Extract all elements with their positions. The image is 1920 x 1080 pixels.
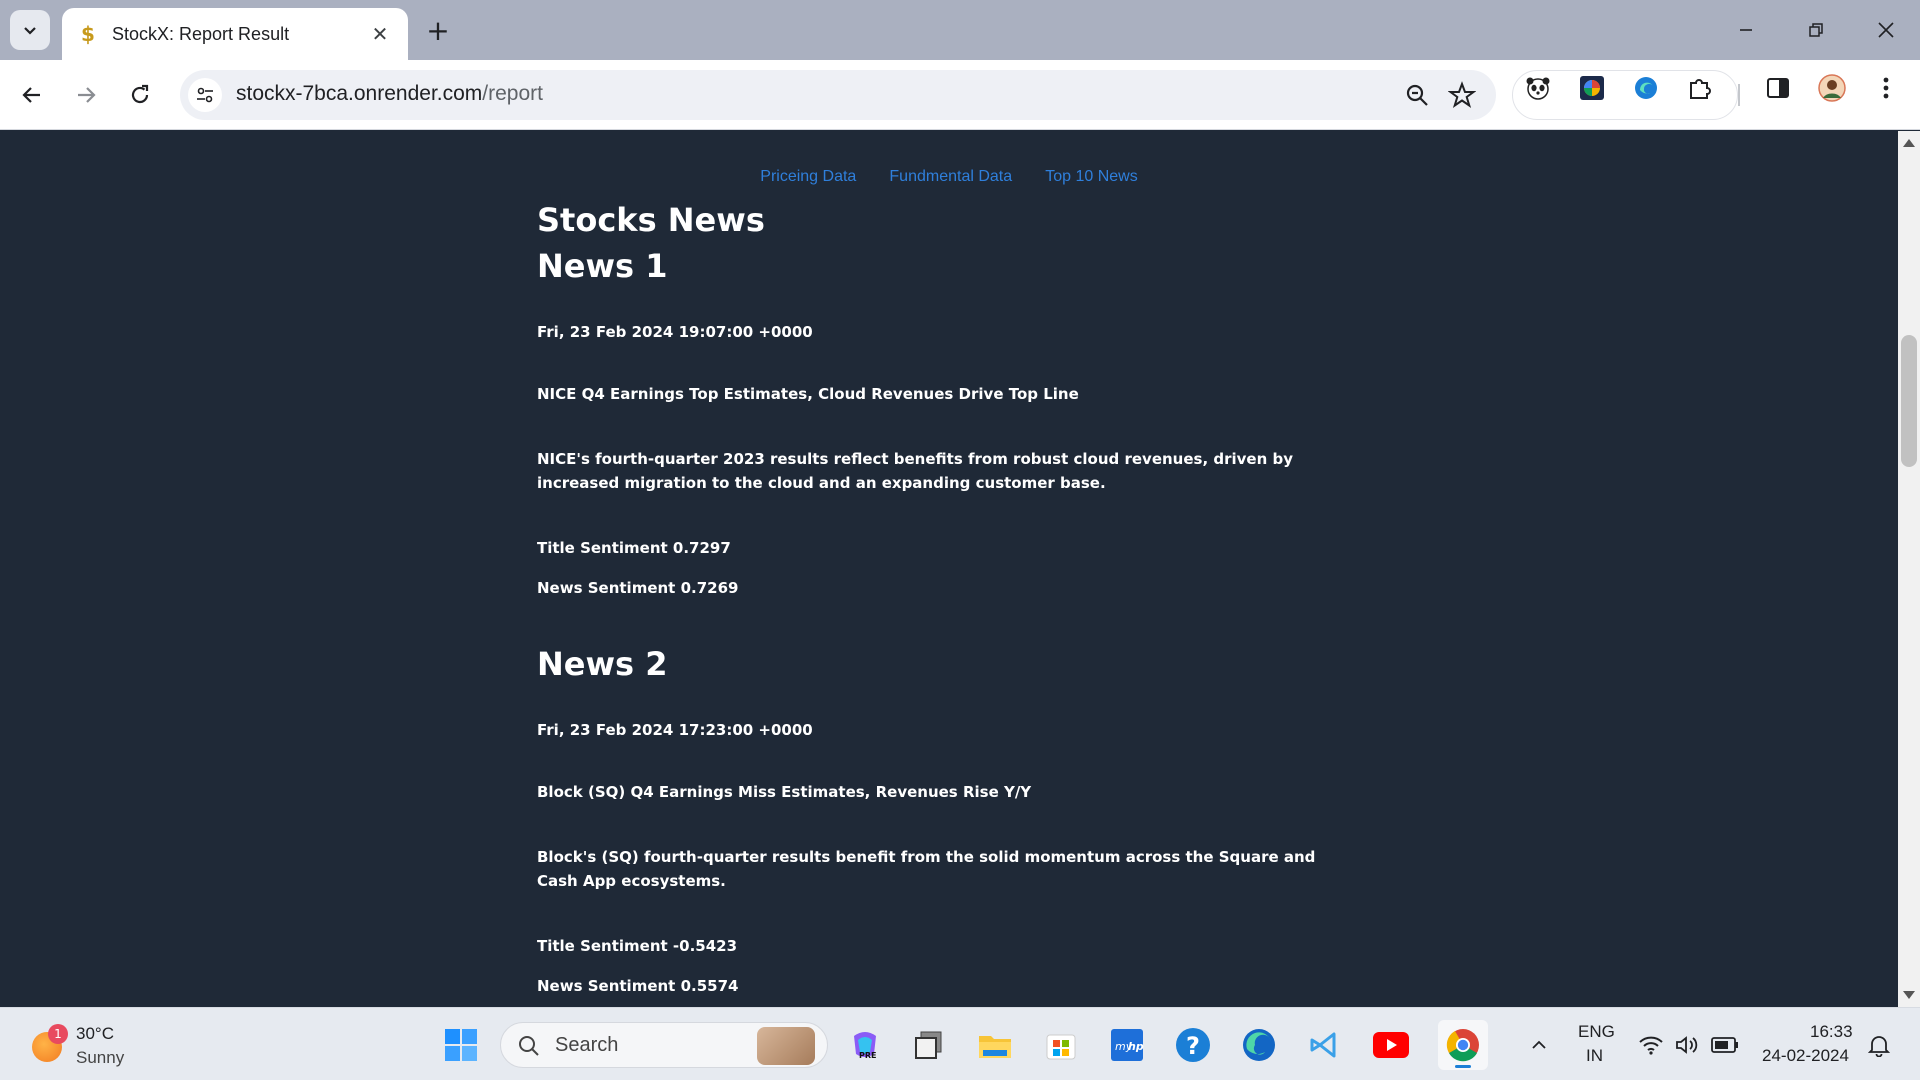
reload-icon [131,84,149,104]
news-item: News 2 Fri, 23 Feb 2024 17:23:00 +0000 B… [537,641,1337,995]
news-sentiment: News Sentiment 0.7269 [537,579,739,597]
svg-text:hp: hp [1128,1040,1144,1053]
title-sentiment: Title Sentiment -0.5423 [537,937,738,955]
dollar-icon: $ [81,22,95,46]
forward-button[interactable] [68,77,104,113]
news-headline: NICE Q4 Earnings Top Estimates, Cloud Re… [537,385,1079,403]
tray-overflow-chevron-icon[interactable] [1520,1026,1558,1064]
news-date: Fri, 23 Feb 2024 19:07:00 +0000 [537,323,813,341]
volume-icon[interactable] [1668,1026,1706,1064]
task-view-icon[interactable] [910,1026,948,1064]
svg-text:?: ? [1186,1032,1200,1060]
browser-toolbar: stockx-7bca.onrender.com/report [0,60,1920,130]
edge-extension-icon[interactable] [1632,74,1660,102]
minimize-button[interactable] [1716,10,1776,50]
language-indicator-top[interactable]: ENG [1578,1022,1615,1042]
top-nav: Priceing Data Fundmental Data Top 10 New… [0,166,1898,186]
weather-widget[interactable]: 1 30°C Sunny [28,1020,148,1070]
chevron-down-icon [24,27,36,35]
close-window-button[interactable] [1856,10,1916,50]
news-content: Stocks News News 1 Fri, 23 Feb 2024 19:0… [537,197,1337,995]
page-scrollbar[interactable] [1898,131,1920,1007]
new-tab-button[interactable]: + [422,14,454,47]
news-headline: Block (SQ) Q4 Earnings Miss Estimates, R… [537,783,1032,801]
windows-taskbar: 1 30°C Sunny Search PRE my hp ? ENG IN 1… [0,1007,1920,1080]
url-path: /report [482,82,543,105]
nav-link-news[interactable]: Top 10 News [1045,168,1138,185]
start-button[interactable] [442,1026,480,1064]
scroll-thumb[interactable] [1901,335,1917,467]
nav-link-pricing[interactable]: Priceing Data [760,168,856,185]
clock-date[interactable]: 24-02-2024 [1762,1046,1849,1066]
news-label: News 2 [537,645,668,683]
scroll-down-arrow-icon[interactable] [1903,991,1915,999]
search-icon [519,1036,539,1056]
weather-condition: Sunny [76,1048,125,1067]
restore-icon [1809,23,1823,37]
wifi-icon[interactable] [1632,1026,1670,1064]
tab-close-icon[interactable]: ✕ [368,22,392,46]
toolbar-separator [1738,84,1740,106]
language-indicator-bottom[interactable]: IN [1586,1046,1603,1066]
bookmark-star-icon[interactable] [1448,81,1476,109]
myhp-icon[interactable]: my hp [1108,1026,1146,1064]
page-viewport: Priceing Data Fundmental Data Top 10 New… [0,131,1898,1007]
title-sentiment: Title Sentiment 0.7297 [537,539,731,557]
scroll-up-arrow-icon[interactable] [1903,139,1915,147]
search-label: Search [555,1034,619,1056]
news-description: NICE's fourth-quarter 2023 results refle… [537,450,1294,492]
forward-arrow-icon [78,87,96,103]
side-panel-icon[interactable] [1764,74,1792,102]
reload-button[interactable] [122,77,158,113]
news-sentiment: News Sentiment 0.5574 [537,977,739,995]
news-date: Fri, 23 Feb 2024 17:23:00 +0000 [537,721,813,739]
microsoft-store-icon[interactable] [1042,1026,1080,1064]
news-label: News 1 [537,247,668,285]
tab-search-button[interactable] [10,10,50,50]
battery-icon[interactable] [1706,1026,1744,1064]
help-icon[interactable]: ? [1174,1026,1212,1064]
windows-logo-icon [445,1029,477,1061]
copilot-icon[interactable]: PRE [846,1026,884,1064]
news-description: Block's (SQ) fourth-quarter results bene… [537,848,1316,890]
profile-avatar[interactable] [1818,74,1846,102]
menu-kebab-icon[interactable] [1872,74,1900,102]
edge-browser-icon[interactable] [1240,1026,1278,1064]
panda-extension-icon[interactable] [1524,74,1552,102]
minimize-icon [1740,29,1752,31]
zoom-icon[interactable] [1404,82,1430,108]
page-title: Stocks News [537,201,765,239]
youtube-icon[interactable] [1372,1026,1410,1064]
chrome-taskbar-icon[interactable] [1438,1020,1488,1070]
nav-link-fundamental[interactable]: Fundmental Data [889,168,1012,185]
search-highlight-image [757,1027,815,1065]
url-text[interactable]: stockx-7bca.onrender.com/report [236,82,543,106]
notification-badge: 1 [48,1024,68,1044]
close-icon [1878,22,1894,38]
site-info-icon[interactable] [188,78,222,112]
news-item: News 1 Fri, 23 Feb 2024 19:07:00 +0000 N… [537,243,1337,597]
back-arrow-icon [22,87,40,103]
browser-tab-active[interactable]: $ StockX: Report Result ✕ [62,8,408,60]
url-host: stockx-7bca.onrender.com [236,82,483,105]
weather-temperature: 30°C [76,1024,114,1043]
vscode-icon[interactable] [1306,1026,1344,1064]
notification-bell-icon[interactable] [1860,1026,1898,1064]
file-explorer-icon[interactable] [976,1026,1014,1064]
browser-tab-strip: $ StockX: Report Result ✕ + [0,0,1920,60]
back-button[interactable] [14,77,50,113]
taskbar-search[interactable]: Search [500,1022,828,1068]
address-bar[interactable]: stockx-7bca.onrender.com/report [180,70,1496,120]
restore-button[interactable] [1786,10,1846,50]
tab-title: StockX: Report Result [112,23,290,44]
extensions-puzzle-icon[interactable] [1686,74,1714,102]
clock-time[interactable]: 16:33 [1810,1022,1853,1042]
svg-text:PRE: PRE [859,1051,877,1060]
color-picker-extension-icon[interactable] [1578,74,1606,102]
